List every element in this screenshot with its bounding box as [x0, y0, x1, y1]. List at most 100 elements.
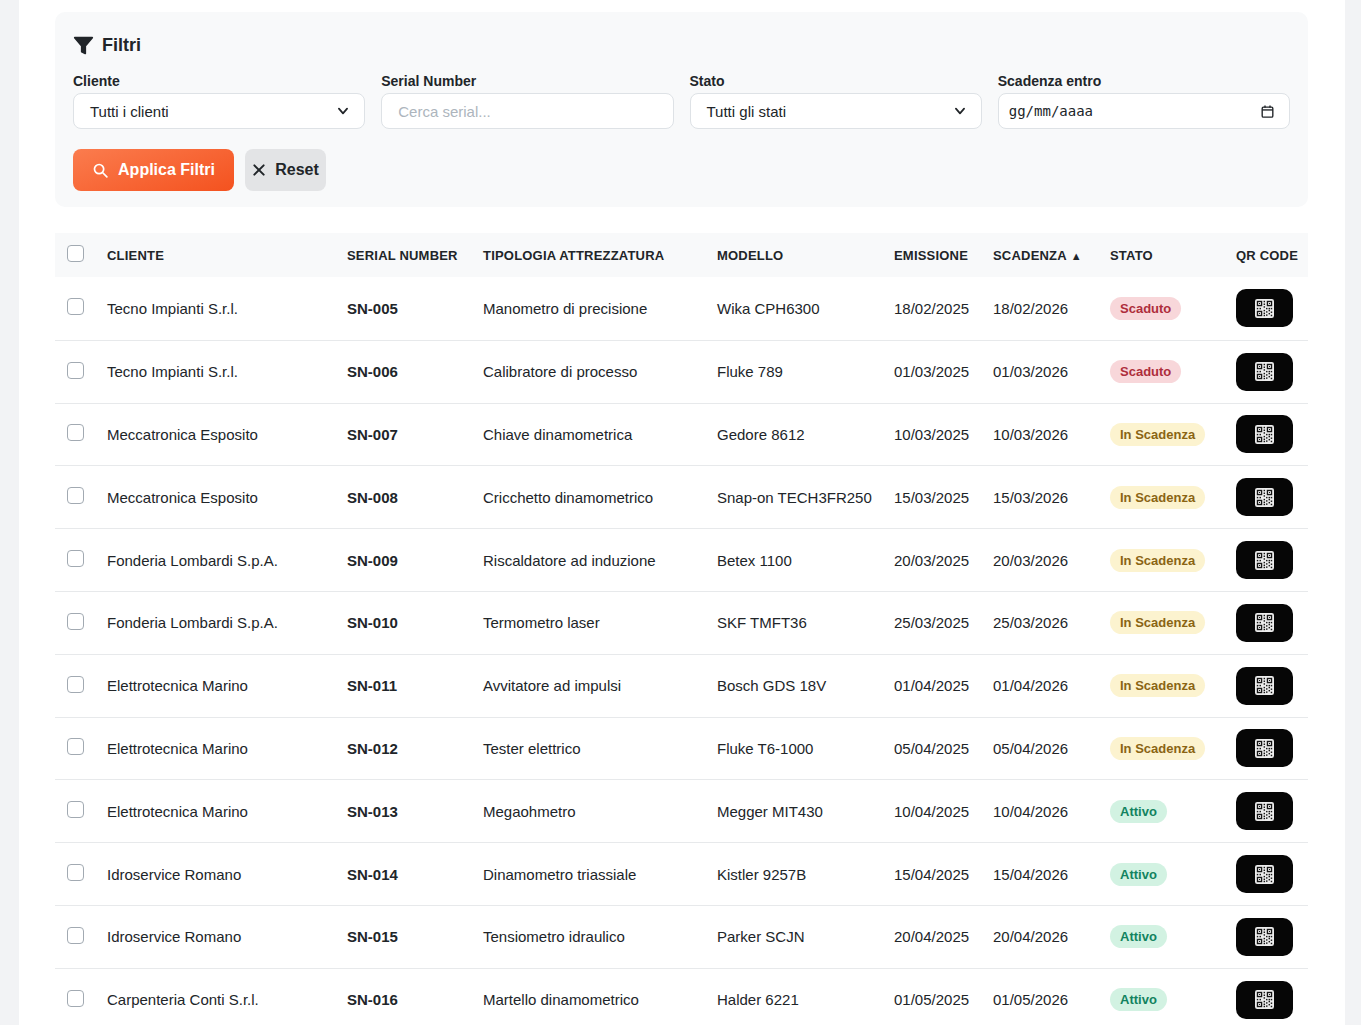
cell-qr — [1236, 353, 1308, 391]
cell-cliente: Fonderia Lombardi S.p.A. — [107, 552, 347, 569]
header-cliente[interactable]: CLIENTE — [107, 248, 347, 263]
cell-scadenza: 15/03/2026 — [993, 489, 1110, 506]
table-row: Fonderia Lombardi S.p.A.SN-009Riscaldato… — [55, 528, 1308, 591]
qr-code-button[interactable] — [1236, 792, 1293, 830]
qr-code-icon — [1255, 802, 1274, 821]
cliente-label: Cliente — [73, 73, 365, 89]
qr-code-button[interactable] — [1236, 478, 1293, 516]
filter-icon — [73, 35, 94, 56]
cell-tipologia: Tensiometro idraulico — [483, 928, 717, 945]
cell-cliente: Elettrotecnica Marino — [107, 740, 347, 757]
header-scadenza[interactable]: SCADENZA▲ — [993, 248, 1110, 263]
status-badge: Scaduto — [1110, 360, 1181, 383]
row-checkbox[interactable] — [67, 298, 84, 315]
row-checkbox-cell — [55, 424, 107, 444]
cell-emissione: 20/04/2025 — [894, 928, 993, 945]
row-checkbox[interactable] — [67, 990, 84, 1007]
qr-code-icon — [1255, 551, 1274, 570]
cell-modello: Wika CPH6300 — [717, 300, 894, 317]
cell-stato: Attivo — [1110, 988, 1236, 1011]
scadenza-date-placeholder: gg/mm/aaaa — [1009, 103, 1260, 119]
stato-select-value: Tutti gli stati — [707, 103, 953, 120]
apply-filters-button[interactable]: Applica Filtri — [73, 149, 234, 191]
row-checkbox[interactable] — [67, 550, 84, 567]
qr-code-button[interactable] — [1236, 353, 1293, 391]
table-row: Idroservice RomanoSN-015Tensiometro idra… — [55, 905, 1308, 968]
qr-code-icon — [1255, 927, 1274, 946]
cell-tipologia: Dinamometro triassiale — [483, 866, 717, 883]
row-checkbox[interactable] — [67, 676, 84, 693]
cell-modello: Gedore 8612 — [717, 426, 894, 443]
cell-modello: Bosch GDS 18V — [717, 677, 894, 694]
qr-code-icon — [1255, 425, 1274, 444]
row-checkbox-cell — [55, 487, 107, 507]
qr-code-button[interactable] — [1236, 729, 1293, 767]
scadenza-date-input[interactable]: gg/mm/aaaa — [998, 93, 1290, 129]
cell-modello: Fluke T6-1000 — [717, 740, 894, 757]
cell-stato: Attivo — [1110, 800, 1236, 823]
stato-field: Stato Tutti gli stati — [690, 73, 982, 129]
cell-cliente: Tecno Impianti S.r.l. — [107, 300, 347, 317]
stato-select[interactable]: Tutti gli stati — [690, 93, 982, 129]
serial-input[interactable]: Cerca serial... — [381, 93, 673, 129]
qr-code-icon — [1255, 865, 1274, 884]
cell-cliente: Meccatronica Esposito — [107, 489, 347, 506]
cell-modello: Parker SCJN — [717, 928, 894, 945]
status-badge: Attivo — [1110, 925, 1167, 948]
header-stato[interactable]: STATO — [1110, 248, 1236, 263]
serial-field: Serial Number Cerca serial... — [381, 73, 673, 129]
row-checkbox[interactable] — [67, 927, 84, 944]
cell-emissione: 01/03/2025 — [894, 363, 993, 380]
row-checkbox[interactable] — [67, 613, 84, 630]
equipment-table: CLIENTE SERIAL NUMBER TIPOLOGIA ATTREZZA… — [55, 233, 1308, 1025]
header-serial-number[interactable]: SERIAL NUMBER — [347, 248, 483, 263]
cell-modello: SKF TMFT36 — [717, 614, 894, 631]
search-icon — [92, 162, 109, 179]
cell-cliente: Tecno Impianti S.r.l. — [107, 363, 347, 380]
qr-code-icon — [1255, 676, 1274, 695]
row-checkbox-cell — [55, 990, 107, 1010]
cell-cliente: Fonderia Lombardi S.p.A. — [107, 614, 347, 631]
qr-code-button[interactable] — [1236, 981, 1293, 1019]
row-checkbox[interactable] — [67, 801, 84, 818]
row-checkbox-cell — [55, 864, 107, 884]
reset-button[interactable]: Reset — [245, 149, 326, 191]
cell-serial-number: SN-010 — [347, 614, 483, 631]
header-tipologia[interactable]: TIPOLOGIA ATTREZZATURA — [483, 248, 717, 263]
cell-qr — [1236, 918, 1308, 956]
cell-emissione: 05/04/2025 — [894, 740, 993, 757]
qr-code-button[interactable] — [1236, 415, 1293, 453]
qr-code-button[interactable] — [1236, 541, 1293, 579]
cell-scadenza: 15/04/2026 — [993, 866, 1110, 883]
row-checkbox[interactable] — [67, 362, 84, 379]
row-checkbox[interactable] — [67, 424, 84, 441]
row-checkbox[interactable] — [67, 738, 84, 755]
status-badge: In Scadenza — [1110, 549, 1205, 572]
header-qr-code[interactable]: QR CODE — [1236, 248, 1308, 263]
row-checkbox-cell — [55, 298, 107, 318]
close-icon — [252, 163, 266, 177]
cell-emissione: 01/05/2025 — [894, 991, 993, 1008]
cell-serial-number: SN-006 — [347, 363, 483, 380]
cell-serial-number: SN-014 — [347, 866, 483, 883]
filter-buttons: Applica Filtri Reset — [73, 149, 1290, 191]
qr-code-button[interactable] — [1236, 604, 1293, 642]
header-modello[interactable]: MODELLO — [717, 248, 894, 263]
status-badge: In Scadenza — [1110, 611, 1205, 634]
status-badge: In Scadenza — [1110, 486, 1205, 509]
cell-scadenza: 05/04/2026 — [993, 740, 1110, 757]
qr-code-button[interactable] — [1236, 855, 1293, 893]
chevron-down-icon — [336, 104, 350, 118]
header-emissione[interactable]: EMISSIONE — [894, 248, 993, 263]
row-checkbox[interactable] — [67, 487, 84, 504]
table-header: CLIENTE SERIAL NUMBER TIPOLOGIA ATTREZZA… — [55, 233, 1308, 277]
cell-emissione: 15/04/2025 — [894, 866, 993, 883]
qr-code-button[interactable] — [1236, 289, 1293, 327]
cliente-select[interactable]: Tutti i clienti — [73, 93, 365, 129]
row-checkbox[interactable] — [67, 864, 84, 881]
select-all-checkbox[interactable] — [67, 245, 84, 262]
qr-code-button[interactable] — [1236, 667, 1293, 705]
calendar-icon — [1260, 104, 1275, 119]
qr-code-button[interactable] — [1236, 918, 1293, 956]
qr-code-icon — [1255, 299, 1274, 318]
